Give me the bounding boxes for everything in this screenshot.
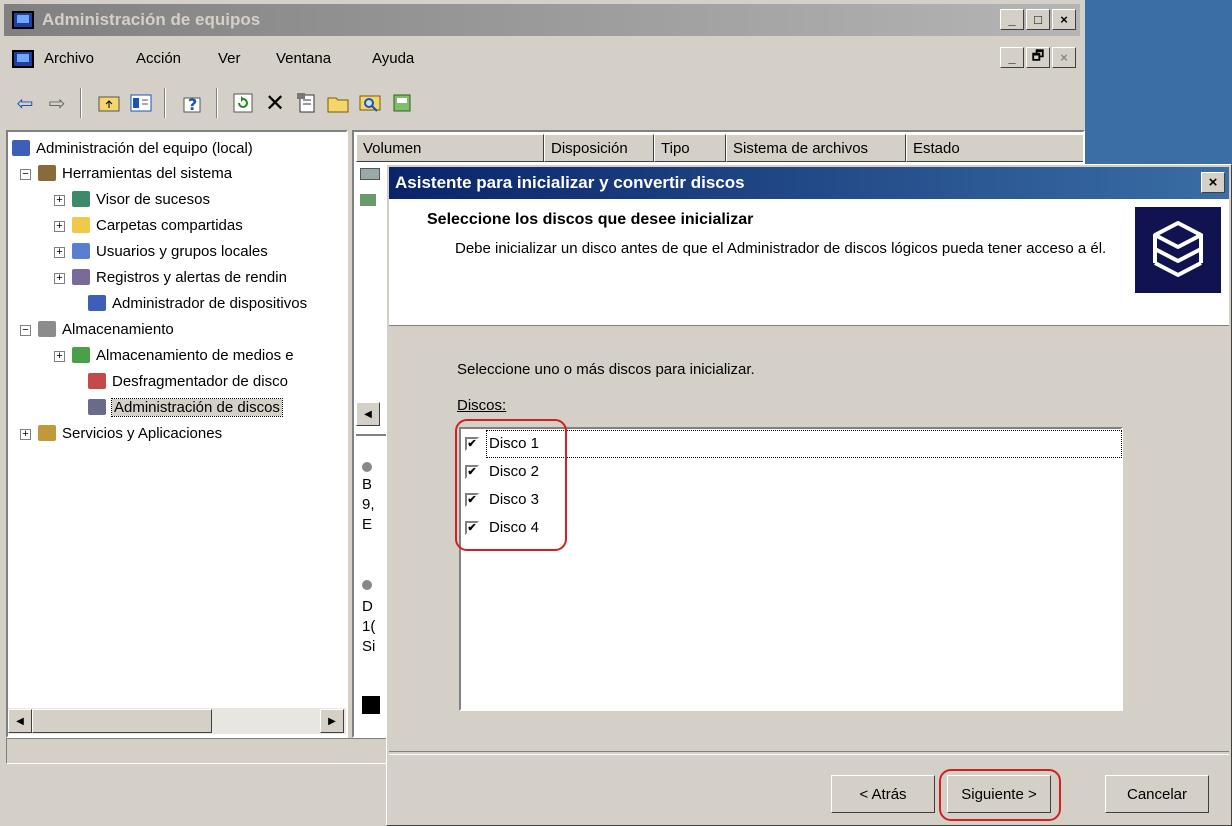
tree-item-desfragmentador[interactable]: Desfragmentador de disco [88,371,288,393]
list-scroll-left-button[interactable]: ◀ [356,402,380,426]
expand-toggle[interactable]: + [54,273,65,284]
instruction-text: Seleccione uno o más discos para inicial… [457,361,755,378]
device-manager-icon [88,295,106,311]
back-button[interactable]: < Atrás [831,775,935,813]
wizard-close-button[interactable]: × [1201,172,1225,193]
properties-icon[interactable] [294,90,320,116]
expand-toggle[interactable]: + [54,221,65,232]
disk-icon[interactable] [390,90,416,116]
find-icon[interactable] [358,90,384,116]
event-viewer-icon [72,191,90,207]
volume-icon [360,168,380,180]
show-hide-tree-icon[interactable] [128,90,154,116]
tree-item-administracion-discos[interactable]: Administración de discos [88,397,283,419]
tree-item-administrador-dispositivos[interactable]: Administrador de dispositivos [88,293,307,315]
mdi-computer-icon[interactable] [12,50,34,68]
services-icon [38,425,56,441]
collapse-toggle[interactable]: − [20,169,31,180]
maximize-button[interactable]: □ [1026,9,1050,30]
tree-item-usuarios-grupos[interactable]: Usuarios y grupos locales [72,241,268,263]
annotation-circle-disks [455,419,567,551]
mdi-minimize-button[interactable]: _ [1000,47,1024,68]
menu-archivo[interactable]: Archivo [44,50,94,67]
tree-item-almacenamiento[interactable]: Almacenamiento [38,319,174,341]
removable-storage-icon [72,347,90,363]
main-title-bar[interactable]: Administración de equipos _ □ × [4,4,1080,36]
disk-icon [362,462,372,472]
column-header-tipo[interactable]: Tipo [654,134,726,162]
menu-ventana[interactable]: Ventana [276,50,331,67]
wizard-title-bar[interactable]: Asistente para inicializar y convertir d… [389,167,1229,199]
menu-ayuda[interactable]: Ayuda [372,50,414,67]
tree-item-carpetas-compartidas[interactable]: Carpetas compartidas [72,215,243,237]
tree-horizontal-scrollbar[interactable]: ◀ ▶ [8,708,346,734]
tree-item-registros-alertas[interactable]: Registros y alertas de rendin [72,267,287,289]
wizard-title: Asistente para inicializar y convertir d… [395,173,745,192]
users-icon [72,243,90,259]
column-header-sistema-archivos[interactable]: Sistema de archivos [726,134,906,162]
column-header-disposicion[interactable]: Disposición [544,134,654,162]
mdi-restore-button[interactable]: 🗗 [1026,47,1050,68]
tree-item-servicios-aplicaciones[interactable]: Servicios y Aplicaciones [38,423,222,445]
tree-item-herramientas[interactable]: Herramientas del sistema [38,163,232,185]
disk-icon [362,580,372,590]
disk-management-icon [88,399,106,415]
disk-fragment-text: D [362,598,373,615]
expand-toggle[interactable]: + [20,429,31,440]
mdi-close-button[interactable]: × [1052,47,1076,68]
expand-toggle[interactable]: + [54,195,65,206]
tree-item-visor-sucesos[interactable]: Visor de sucesos [72,189,210,211]
disk-1-label[interactable]: Disco 1 [486,430,1122,458]
toolbar: ⇦ ⇨ ? ✕ [4,84,1080,122]
wizard-separator [389,751,1229,755]
tools-icon [38,165,56,181]
console-tree[interactable]: Administración del equipo (local) − Herr… [6,130,348,738]
disk-fragment-text: Si [362,638,376,655]
up-folder-icon[interactable] [96,90,122,116]
wizard-header: Seleccione los discos que desee iniciali… [389,199,1229,326]
initialize-disks-wizard: Asistente para inicializar y convertir d… [386,164,1232,826]
menu-accion[interactable]: Acción [136,50,181,67]
tree-item-almacenamiento-medios[interactable]: Almacenamiento de medios e [72,345,294,367]
svg-text:?: ? [188,95,197,114]
delete-icon[interactable]: ✕ [262,90,288,117]
scroll-thumb[interactable] [32,709,212,733]
expand-toggle[interactable]: + [54,247,65,258]
storage-icon [38,321,56,337]
disk-stack-icon [1135,207,1221,293]
help-icon[interactable]: ? [180,90,206,116]
shared-folder-icon [72,217,90,233]
column-header-volumen[interactable]: Volumen [356,134,544,162]
disk-fragment-text: B [362,476,373,493]
column-header-estado[interactable]: Estado [906,134,1083,162]
wizard-subheading: Debe inicializar un disco antes de que e… [455,240,1107,257]
refresh-icon[interactable] [230,90,256,116]
main-window-title: Administración de equipos [42,10,261,29]
close-button[interactable]: × [1052,9,1076,30]
menu-ver[interactable]: Ver [218,50,241,67]
annotation-circle-next [939,769,1061,821]
minimize-button[interactable]: _ [1000,9,1024,30]
open-icon[interactable] [326,90,352,116]
wizard-heading: Seleccione los discos que desee iniciali… [427,211,754,228]
disk-fragment-text: E [362,516,373,533]
cancel-button[interactable]: Cancelar [1105,775,1209,813]
defrag-icon [88,373,106,389]
tree-root[interactable]: Administración del equipo (local) [12,138,253,160]
expand-toggle[interactable]: + [54,351,65,362]
back-arrow-icon[interactable]: ⇦ [12,90,38,116]
performance-logs-icon [72,269,90,285]
scroll-right-button[interactable]: ▶ [320,709,344,733]
computer-icon [12,140,30,156]
computer-icon [12,11,34,29]
scroll-left-button[interactable]: ◀ [8,709,32,733]
disk-fragment-text: 9, [362,496,375,513]
unallocated-legend-swatch [362,696,380,714]
discos-label: Discos: [457,397,507,414]
menu-bar: Archivo Acción Ver Ventana Ayuda _ 🗗 × [4,44,1080,74]
disk-fragment-text: 1( [362,618,376,635]
forward-arrow-icon[interactable]: ⇨ [44,90,70,116]
volume-icon [360,194,376,206]
collapse-toggle[interactable]: − [20,325,31,336]
